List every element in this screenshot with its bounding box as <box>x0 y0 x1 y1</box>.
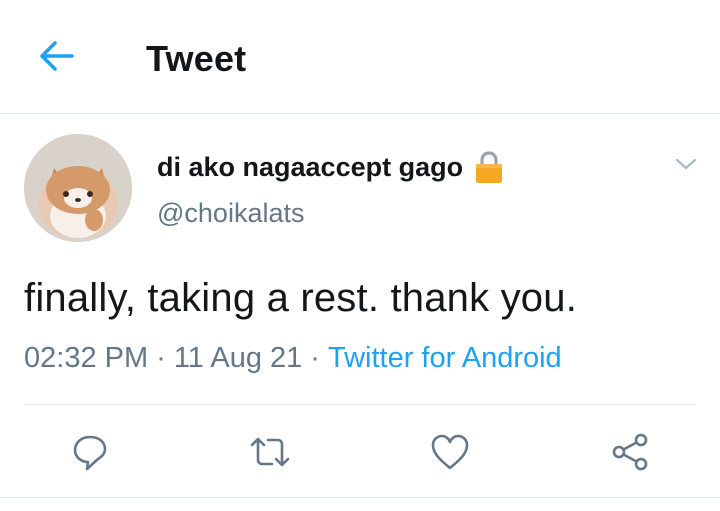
share-icon <box>612 433 648 471</box>
tweet-menu-button[interactable] <box>668 150 704 178</box>
tweet-time: 02:32 PM <box>24 342 149 374</box>
share-button[interactable] <box>606 428 654 476</box>
avatar-image <box>24 134 132 242</box>
avatar[interactable] <box>24 134 132 242</box>
arrow-left-icon <box>40 41 74 71</box>
chevron-down-icon <box>675 158 697 170</box>
reply-icon <box>73 435 107 471</box>
back-button[interactable] <box>30 34 82 78</box>
retweet-icon <box>250 437 290 467</box>
user-handle[interactable]: @choikalats <box>157 198 304 229</box>
separator: · <box>156 342 166 374</box>
reply-button[interactable] <box>66 428 114 476</box>
heart-icon <box>431 434 469 470</box>
tweet-meta: 02:32 PM · 11 Aug 21 · Twitter for Android <box>24 342 562 375</box>
tweet-text: finally, taking a rest. thank you. <box>24 276 578 320</box>
page-title: Tweet <box>146 38 247 79</box>
tweet-date: 11 Aug 21 <box>173 342 303 374</box>
top-bar: Tweet <box>0 0 720 114</box>
action-bar <box>0 420 720 480</box>
retweet-button[interactable] <box>246 428 294 476</box>
lock-icon <box>473 150 505 184</box>
separator: · <box>310 342 320 374</box>
divider <box>0 497 720 498</box>
like-button[interactable] <box>426 428 474 476</box>
tweet-source-link[interactable]: Twitter for Android <box>328 342 562 374</box>
author-row: di ako nagaaccept gago <box>157 150 505 184</box>
divider <box>24 404 696 405</box>
display-name[interactable]: di ako nagaaccept gago <box>157 152 463 183</box>
